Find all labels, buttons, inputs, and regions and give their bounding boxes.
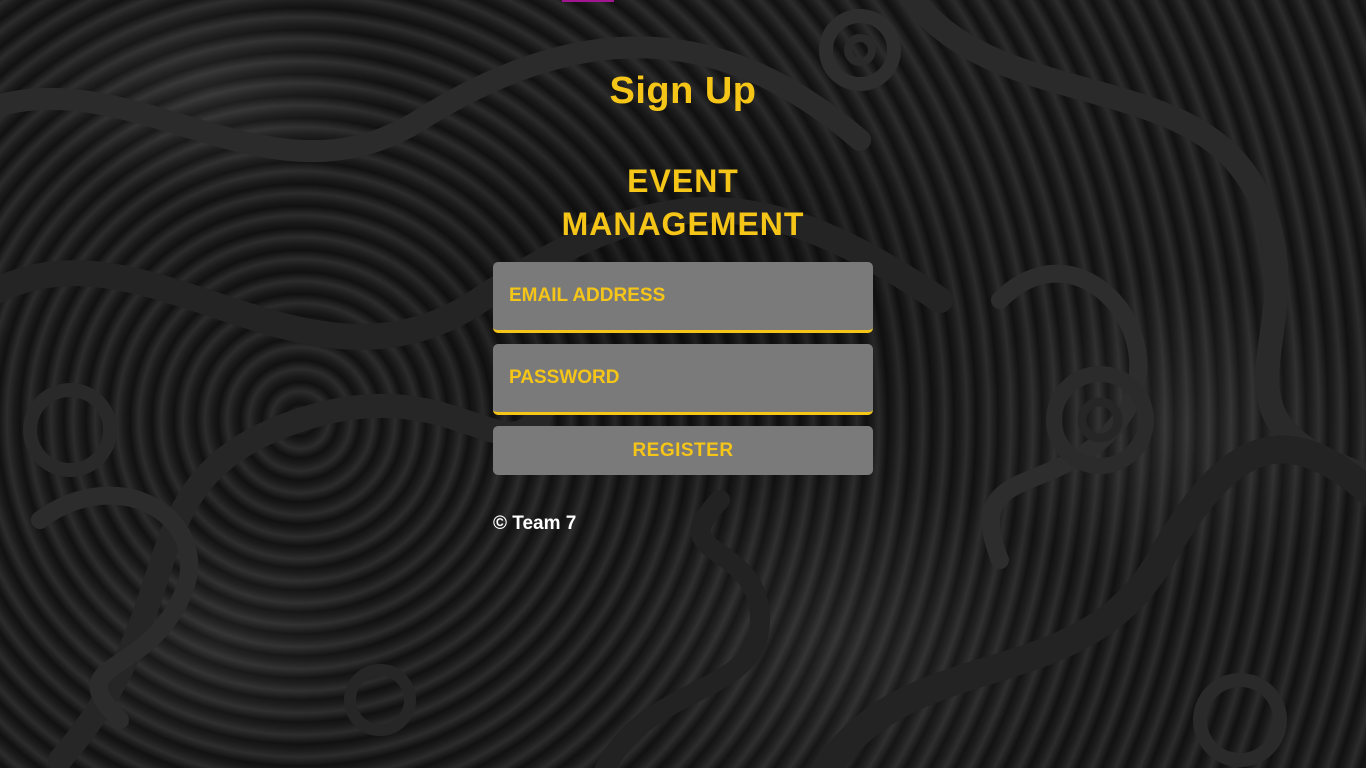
app-name: EVENT MANAGEMENT [483,160,883,246]
signup-page: Sign Up EVENT MANAGEMENT REGISTER © Team… [0,0,1366,768]
app-name-line-1: EVENT [627,163,739,199]
app-name-line-2: MANAGEMENT [561,206,805,242]
page-title: Sign Up [609,70,757,112]
password-field[interactable] [493,344,873,415]
copyright-text: © Team 7 [493,513,577,534]
register-button[interactable]: REGISTER [493,426,873,475]
signup-form: REGISTER [493,262,873,475]
email-field[interactable] [493,262,873,333]
